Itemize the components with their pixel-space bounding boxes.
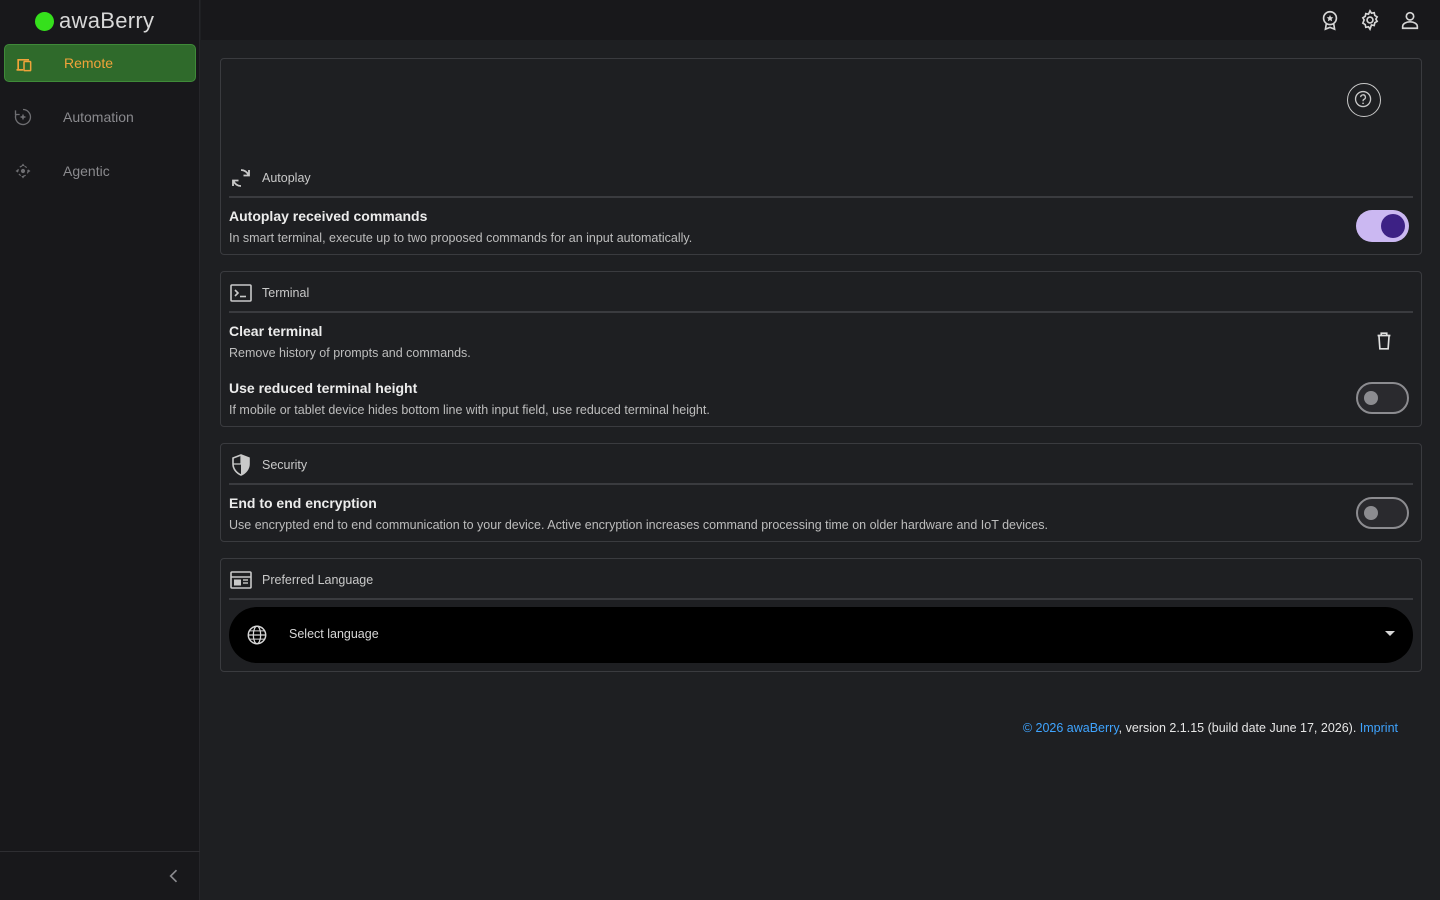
- setting-description: Use encrypted end to end communication t…: [229, 518, 1048, 532]
- setting-description: If mobile or tablet device hides bottom …: [229, 403, 710, 417]
- section-label: Security: [262, 458, 308, 472]
- footer: © 2026 awaBerry, version 2.1.15 (build d…: [1023, 721, 1398, 735]
- language-select-value: Select language: [289, 627, 379, 641]
- divider: [229, 311, 1413, 313]
- user-icon[interactable]: [1399, 9, 1421, 31]
- terminal-icon: [230, 284, 252, 302]
- section-label: Autoplay: [262, 171, 311, 185]
- sidebar-item-agentic[interactable]: Agentic: [4, 152, 196, 190]
- divider: [229, 598, 1413, 600]
- imprint-link[interactable]: Imprint: [1360, 721, 1398, 735]
- divider: [229, 483, 1413, 485]
- language-select[interactable]: Select language: [229, 607, 1413, 663]
- sidebar-item-label: Agentic: [63, 163, 110, 179]
- sidebar-item-label: Automation: [63, 109, 134, 125]
- section-header-terminal: Terminal: [229, 280, 309, 306]
- sidebar-item-label: Remote: [64, 55, 114, 71]
- chevron-down-icon: [1385, 631, 1395, 636]
- section-label: Terminal: [262, 286, 310, 300]
- language-card: Preferred Language Select language: [220, 558, 1422, 672]
- award-icon[interactable]: [1319, 9, 1341, 31]
- sync-icon: [232, 169, 250, 187]
- agentic-icon: [15, 163, 31, 179]
- divider: [229, 196, 1413, 198]
- reduced-height-toggle[interactable]: [1356, 382, 1409, 414]
- app-name: awaBerry: [59, 8, 155, 33]
- sidebar-footer: [0, 851, 200, 900]
- setting-title: Autoplay received commands: [229, 208, 428, 224]
- autoplay-card: Autoplay Autoplay received commands In s…: [220, 58, 1422, 255]
- toggle-knob: [1364, 506, 1378, 520]
- setting-title: End to end encryption: [229, 495, 377, 511]
- toggle-knob: [1364, 391, 1378, 405]
- app-logo[interactable]: awaBerry: [0, 0, 199, 42]
- section-header-security: Security: [229, 452, 307, 478]
- web-panel-icon: [230, 571, 252, 589]
- setting-description: In smart terminal, execute up to two pro…: [229, 231, 693, 245]
- chevron-left-icon[interactable]: [164, 866, 184, 886]
- setting-title: Use reduced terminal height: [229, 380, 418, 396]
- version-text: , version 2.1.15 (build date June 17, 20…: [1118, 721, 1360, 735]
- section-label: Preferred Language: [262, 573, 374, 587]
- automation-icon: [14, 108, 32, 126]
- section-header-autoplay: Autoplay: [229, 165, 311, 191]
- devices-icon: [16, 59, 32, 72]
- copyright-link[interactable]: © 2026 awaBerry: [1023, 721, 1119, 735]
- gear-icon[interactable]: [1359, 9, 1381, 31]
- encryption-toggle[interactable]: [1356, 497, 1409, 529]
- logo-dot-icon: [35, 11, 54, 31]
- sidebar-item-automation[interactable]: Automation: [4, 98, 196, 136]
- section-header-language: Preferred Language: [229, 567, 373, 593]
- terminal-card: Terminal Clear terminal Remove history o…: [220, 271, 1422, 427]
- setting-title: Clear terminal: [229, 323, 323, 339]
- help-icon[interactable]: [1347, 83, 1381, 117]
- sidebar-item-remote[interactable]: Remote: [4, 44, 196, 82]
- shield-icon: [232, 454, 250, 476]
- globe-icon: [247, 625, 267, 645]
- sidebar: awaBerry Remote Automation Agentic: [0, 0, 200, 900]
- setting-description: Remove history of prompts and commands.: [229, 346, 471, 360]
- toggle-knob: [1381, 214, 1405, 238]
- security-card: Security End to end encryption Use encry…: [220, 443, 1422, 542]
- trash-icon[interactable]: [1373, 330, 1395, 352]
- autoplay-toggle[interactable]: [1356, 210, 1409, 242]
- top-bar: [201, 0, 1440, 40]
